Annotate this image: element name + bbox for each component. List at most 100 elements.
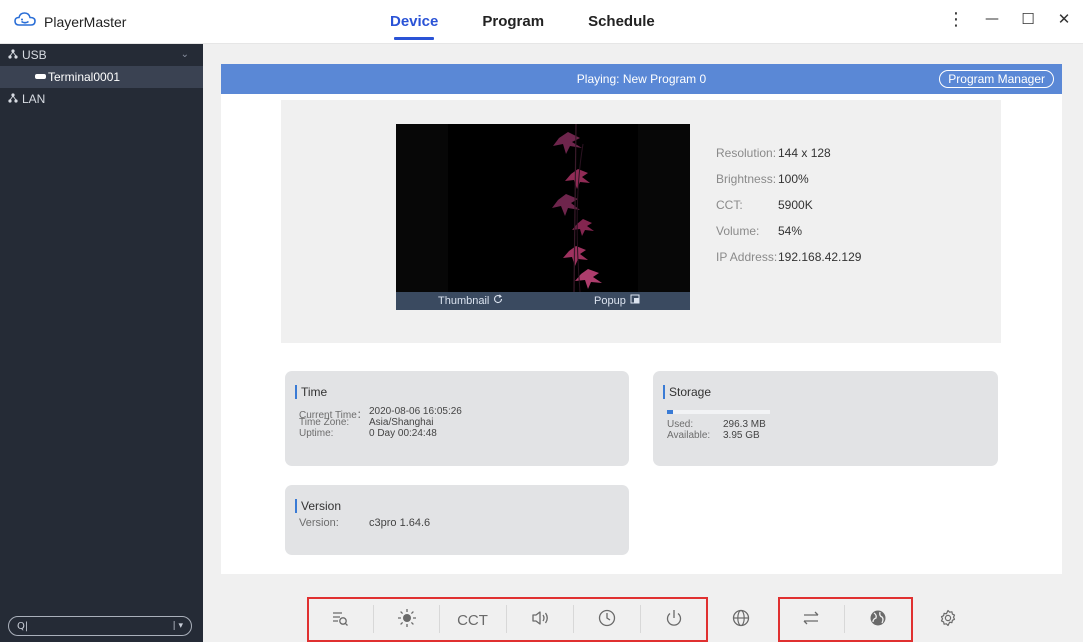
uptime-value: 0 Day 00:24:48 <box>369 428 437 439</box>
version-value: c3pro 1.64.6 <box>369 517 431 529</box>
storage-available-key: Available: <box>667 430 711 441</box>
storage-available-row: Available: 3.95 GB <box>667 430 760 441</box>
storage-used-row: Used: 296.3 MB <box>667 419 766 430</box>
info-row-cct: CCT: 5900K <box>716 198 861 224</box>
search-placeholder: Q| <box>17 620 29 632</box>
main-tabs: Device Program Schedule <box>390 0 699 44</box>
preview-image <box>448 124 638 292</box>
info-key: CCT: <box>716 198 743 212</box>
minimize-button[interactable]: — <box>981 8 1003 30</box>
time-zone-key: Time Zone: <box>299 417 350 428</box>
info-key: Volume: <box>716 224 760 238</box>
version-key: Version: <box>299 517 339 529</box>
transfer-button[interactable] <box>778 601 843 639</box>
version-row: Version: c3pro 1.64.6 <box>299 517 430 529</box>
globe-icon <box>868 608 888 633</box>
uptime-row: Uptime: 0 Day 00:24:48 <box>299 428 437 439</box>
info-value: 100% <box>778 172 809 186</box>
popup-button[interactable]: Popup <box>594 294 640 307</box>
playing-status-bar: Playing: New Program 0 Program Manager <box>221 64 1062 94</box>
preview-actions: Thumbnail Popup <box>396 292 690 310</box>
cloud-logo-icon <box>14 10 36 33</box>
time-zone-row: Time Zone: Asia/Shanghai <box>299 417 434 428</box>
time-zone-value: Asia/Shanghai <box>369 417 434 428</box>
popup-window-icon <box>630 294 640 307</box>
uptime-key: Uptime: <box>299 428 334 439</box>
thumbnail-label: Thumbnail <box>438 294 490 307</box>
volume-icon <box>530 608 550 633</box>
storage-used-key: Used: <box>667 419 694 430</box>
app-title: PlayerMaster <box>44 13 127 30</box>
globe-button[interactable] <box>845 601 910 639</box>
tree-label-lan: LAN <box>22 92 46 106</box>
tree-node-lan[interactable]: LAN <box>0 88 203 110</box>
info-key: Brightness: <box>716 172 777 186</box>
info-row-volume: Volume: 54% <box>716 224 861 250</box>
program-manager-button[interactable]: Program Manager <box>939 70 1054 88</box>
tree-node-usb[interactable]: USB ⌄ <box>0 44 203 66</box>
storage-usage-bar <box>667 410 770 414</box>
device-main-area: Playing: New Program 0 Program Manager T… <box>203 44 1083 597</box>
tree-node-terminal[interactable]: Terminal0001 <box>0 66 203 88</box>
tree-label-terminal: Terminal0001 <box>48 70 121 84</box>
close-button[interactable]: ✕ <box>1053 8 1075 30</box>
cct-button[interactable]: CCT <box>440 601 505 639</box>
video-preview: Thumbnail Popup <box>396 124 690 310</box>
storage-card-title: Storage <box>663 385 711 399</box>
storage-card: Storage Used: 296.3 MB Available: 3.95 G… <box>653 371 998 466</box>
time-card: Time Current Time： 2020-08-06 16:05:26 T… <box>285 371 629 466</box>
app-window: PlayerMaster Device Program Schedule ⋮ —… <box>0 0 1083 642</box>
network-tree-icon <box>8 88 18 110</box>
brightness-icon <box>397 608 417 633</box>
info-row-ip-address: IP Address: 192.168.42.129 <box>716 250 861 276</box>
storage-available-value: 3.95 GB <box>723 430 760 441</box>
device-info-list: Resolution: 144 x 128 Brightness: 100% C… <box>716 146 861 276</box>
power-icon <box>664 608 684 633</box>
more-menu-icon[interactable]: ⋮ <box>945 8 967 30</box>
device-sidebar: USB ⌄ Terminal0001 LAN Q| | ▾ <box>0 44 203 642</box>
tab-device[interactable]: Device <box>390 0 438 44</box>
time-button[interactable] <box>574 601 639 639</box>
tab-program[interactable]: Program <box>482 0 544 44</box>
info-value: 5900K <box>778 198 813 212</box>
info-row-brightness: Brightness: 100% <box>716 172 861 198</box>
volume-button[interactable] <box>507 601 572 639</box>
brightness-button[interactable] <box>374 601 439 639</box>
network-icon <box>731 608 751 633</box>
tree-label-usb: USB <box>22 48 47 62</box>
popup-label: Popup <box>594 294 626 307</box>
query-button[interactable] <box>307 601 372 639</box>
info-row-resolution: Resolution: 144 x 128 <box>716 146 861 172</box>
power-button[interactable] <box>641 601 706 639</box>
network-button[interactable] <box>708 601 773 639</box>
info-value: 144 x 128 <box>778 146 831 160</box>
transfer-icon <box>801 608 821 633</box>
cct-icon: CCT <box>457 611 488 629</box>
info-key: IP Address: <box>716 250 778 264</box>
title-bar: PlayerMaster Device Program Schedule ⋮ —… <box>0 0 1083 44</box>
playing-status-text: Playing: New Program 0 <box>576 72 707 86</box>
brand: PlayerMaster <box>14 10 126 33</box>
version-card-title: Version <box>295 499 341 513</box>
settings-icon <box>938 608 958 633</box>
query-icon <box>331 609 349 632</box>
settings-button[interactable] <box>915 601 980 639</box>
tab-schedule[interactable]: Schedule <box>588 0 655 44</box>
info-key: Resolution: <box>716 146 777 160</box>
device-search-input[interactable]: Q| | ▾ <box>8 616 192 636</box>
thumbnail-button[interactable]: Thumbnail <box>438 294 503 307</box>
time-card-title: Time <box>295 385 327 399</box>
time-icon <box>597 608 617 633</box>
preview-section: Thumbnail Popup Resolution: 144 x 128 Br… <box>281 100 1001 343</box>
storage-used-value: 296.3 MB <box>723 419 766 430</box>
info-value: 192.168.42.129 <box>778 250 862 264</box>
maximize-button[interactable]: ☐ <box>1017 8 1039 30</box>
search-filter-dropdown[interactable]: | ▾ <box>173 621 183 631</box>
storage-usage-fill <box>667 410 674 414</box>
window-controls: ⋮ — ☐ ✕ <box>945 8 1075 30</box>
device-toolbar: CCT <box>203 597 1083 642</box>
network-tree-icon <box>8 44 18 66</box>
refresh-icon <box>493 294 503 307</box>
chevron-down-icon[interactable]: ⌄ <box>181 44 189 66</box>
version-card: Version Version: c3pro 1.64.6 <box>285 485 629 555</box>
